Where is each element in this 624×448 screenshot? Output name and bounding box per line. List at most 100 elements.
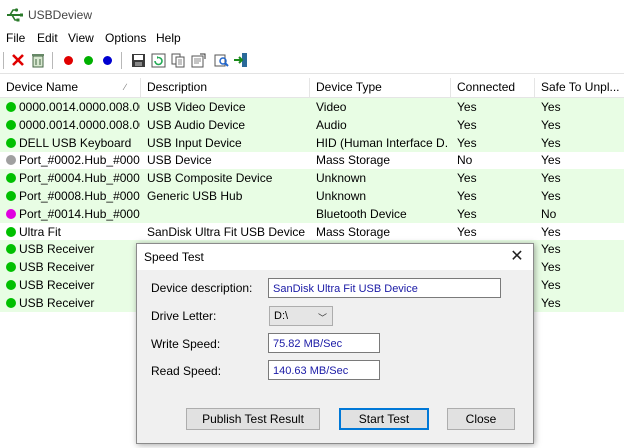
close-icon[interactable]: ✕ <box>507 247 527 267</box>
table-row[interactable]: Port_#0002.Hub_#0001 USB Device Mass Stora… <box>0 151 624 169</box>
column-connected[interactable]: Connected <box>451 78 535 97</box>
description-cell: USB Input Device <box>147 135 242 150</box>
menu-bar: File Edit View Options Help <box>0 30 624 46</box>
column-device-type[interactable]: Device Type <box>310 78 451 97</box>
device-type-cell: HID (Human Interface D... <box>316 135 448 150</box>
status-green-icon <box>6 191 16 201</box>
drive-letter-label: Drive Letter: <box>151 309 217 323</box>
device-name-cell: Port_#0004.Hub_#0002 <box>19 171 140 186</box>
description-cell: Generic USB Hub <box>147 189 243 203</box>
start-test-button[interactable]: Start Test <box>339 408 429 430</box>
red-dot-icon[interactable] <box>60 52 76 68</box>
device-name-cell: DELL USB Keyboard <box>19 135 132 150</box>
connected-cell: No <box>457 153 473 168</box>
device-name-cell: 0000.0014.0000.008.00... <box>19 100 140 114</box>
status-green-icon <box>6 297 16 308</box>
description-cell: SanDisk Ultra Fit USB Device <box>147 224 306 239</box>
column-description[interactable]: Description <box>141 78 310 97</box>
device-description-label: Device description: <box>151 281 253 295</box>
description-cell: USB Audio Device <box>147 117 246 132</box>
description-cell: USB Device <box>147 153 212 168</box>
safe-to-unplug-cell: Yes <box>541 295 561 310</box>
connected-cell: Yes <box>457 171 477 186</box>
table-row[interactable]: Port_#0014.Hub_#0001 Bluetooth Device Yes N… <box>0 204 624 223</box>
green-dot-icon[interactable] <box>80 52 96 68</box>
menu-edit[interactable]: Edit <box>37 31 58 45</box>
refresh-icon[interactable] <box>150 52 166 68</box>
status-green-icon <box>6 244 16 255</box>
table-row[interactable]: Ultra Fit SanDisk Ultra Fit USB Device Mas… <box>0 223 624 241</box>
table-row[interactable]: DELL USB Keyboard USB Input Device HID (Hu… <box>0 133 624 152</box>
toolbar-separator <box>52 52 53 69</box>
save-icon[interactable] <box>130 52 146 68</box>
status-green-icon <box>6 102 16 112</box>
status-gray-icon <box>6 155 16 166</box>
menu-view[interactable]: View <box>68 31 94 45</box>
device-type-cell: Unknown <box>316 189 367 203</box>
description-cell <box>147 205 307 223</box>
column-device-name[interactable]: Device Name ∕ <box>0 78 141 97</box>
write-speed-field[interactable]: 75.82 MB/Sec <box>268 333 380 353</box>
device-name-cell: Port_#0008.Hub_#0001 <box>19 189 140 203</box>
window-title: USBDeview <box>28 8 93 22</box>
device-type-cell: Mass Storage <box>316 153 391 168</box>
column-safe-to-unplug[interactable]: Safe To Unpl... <box>535 78 624 97</box>
safe-to-unplug-cell: Yes <box>541 171 561 186</box>
device-type-cell: Video <box>316 100 347 114</box>
drive-letter-value: D:\ <box>274 310 289 322</box>
properties-icon[interactable] <box>190 52 206 68</box>
write-speed-label: Write Speed: <box>151 337 221 351</box>
read-speed-field[interactable]: 140.63 MB/Sec <box>268 360 380 380</box>
copy-icon[interactable] <box>170 52 186 68</box>
device-name-cell: USB Receiver <box>19 295 95 310</box>
connected-cell: Yes <box>457 100 477 114</box>
safe-to-unplug-cell: Yes <box>541 117 561 132</box>
chevron-down-icon: ﹀ <box>317 313 327 323</box>
menu-options[interactable]: Options <box>105 31 146 45</box>
safe-to-unplug-cell: No <box>541 206 557 221</box>
device-name-cell: 0000.0014.0000.008.00... <box>19 117 140 132</box>
description-cell: USB Video Device <box>147 100 246 114</box>
connected-cell: Yes <box>457 117 477 132</box>
table-row[interactable]: 0000.0014.0000.008.00... USB Audio Device… <box>0 115 624 134</box>
connected-cell: Yes <box>457 224 477 239</box>
sort-ascending-icon: ∕ <box>124 82 126 92</box>
device-description-field[interactable]: SanDisk Ultra Fit USB Device <box>268 278 501 298</box>
safe-to-unplug-cell: Yes <box>541 224 561 239</box>
status-magenta-icon <box>6 208 16 219</box>
toolbar-separator <box>3 52 4 69</box>
drive-letter-select[interactable]: D:\ ﹀ <box>269 306 333 326</box>
dialog-titlebar: Speed Test ✕ <box>137 244 533 270</box>
menu-file[interactable]: File <box>6 31 25 45</box>
close-button[interactable]: Close <box>447 408 515 430</box>
toolbar <box>0 47 624 74</box>
status-green-icon <box>6 137 16 148</box>
table-row[interactable]: Port_#0008.Hub_#0001 Generic USB Hub Unkno… <box>0 187 624 205</box>
blue-dot-icon[interactable] <box>99 52 115 68</box>
description-cell: USB Composite Device <box>147 171 273 186</box>
publish-test-result-button[interactable]: Publish Test Result <box>186 408 320 430</box>
connected-cell: Yes <box>457 189 477 203</box>
status-green-icon <box>6 226 16 237</box>
device-name-cell: USB Receiver <box>19 260 95 275</box>
device-name-cell: Ultra Fit <box>19 224 61 239</box>
safe-to-unplug-cell: Yes <box>541 260 561 275</box>
find-icon[interactable] <box>213 52 229 68</box>
speed-test-dialog: Speed Test ✕ Device description: SanDisk… <box>136 243 534 444</box>
status-green-icon <box>6 173 16 184</box>
table-row[interactable]: 0000.0014.0000.008.00... USB Video Device… <box>0 98 624 116</box>
device-type-cell: Audio <box>316 117 347 132</box>
device-type-cell: Mass Storage <box>316 224 391 239</box>
safe-to-unplug-cell: Yes <box>541 242 561 257</box>
delete-icon[interactable] <box>10 52 26 68</box>
toolbar-separator <box>121 52 122 69</box>
table-row[interactable]: Port_#0004.Hub_#0002 USB Composite Device… <box>0 169 624 188</box>
uninstall-icon[interactable] <box>30 52 46 68</box>
status-green-icon <box>6 280 16 290</box>
safe-to-unplug-cell: Yes <box>541 189 561 203</box>
exit-icon[interactable] <box>233 52 249 68</box>
menu-help[interactable]: Help <box>156 31 181 45</box>
device-name-cell: Port_#0002.Hub_#0001 <box>19 153 140 168</box>
safe-to-unplug-cell: Yes <box>541 100 561 114</box>
device-type-cell: Bluetooth Device <box>316 206 407 221</box>
